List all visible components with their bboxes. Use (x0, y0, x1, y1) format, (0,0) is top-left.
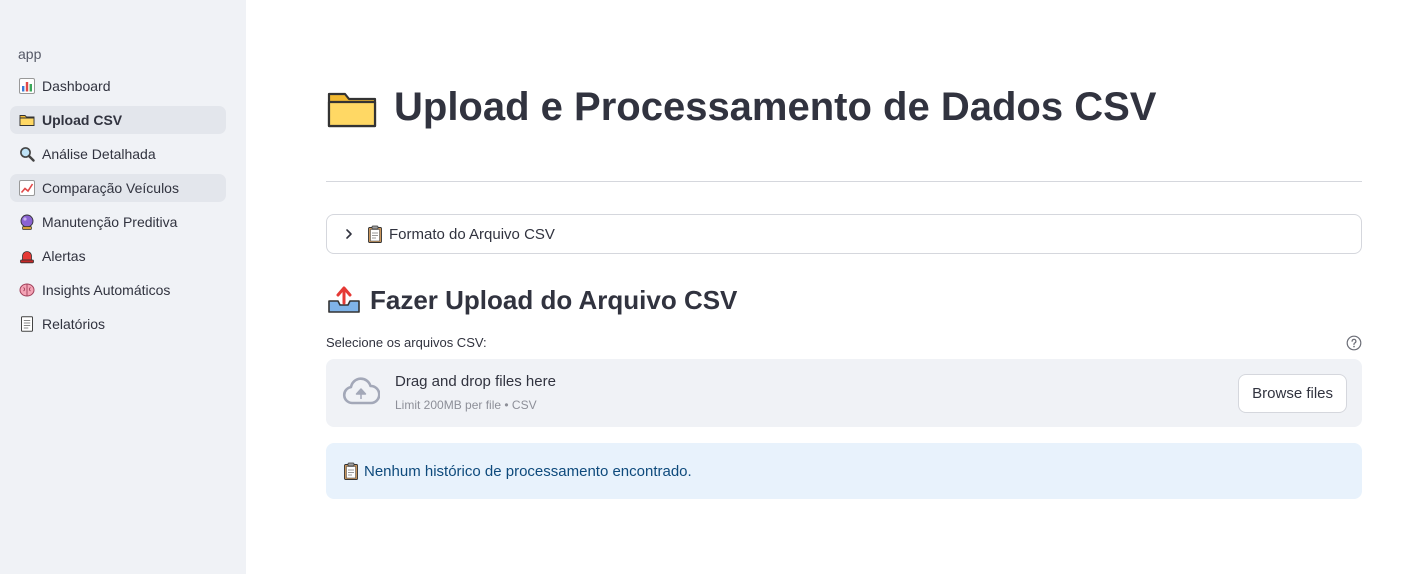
help-icon[interactable] (1346, 335, 1362, 351)
folder-icon (327, 92, 377, 128)
sidebar-item-relatorios[interactable]: Relatórios (10, 310, 226, 338)
page-title-text: Upload e Processamento de Dados CSV (394, 84, 1157, 129)
sidebar-item-label: Manutenção Preditiva (42, 214, 178, 230)
sidebar-item-label: Alertas (42, 248, 86, 264)
csv-format-expander[interactable]: Formato do Arquivo CSV (326, 214, 1362, 254)
upload-heading-text: Fazer Upload do Arquivo CSV (370, 284, 738, 315)
cloud-upload-icon (342, 377, 380, 405)
sidebar-item-label: Comparação Veículos (42, 180, 179, 196)
dropzone-title: Drag and drop files here (395, 373, 556, 390)
sidebar-item-label: Análise Detalhada (42, 146, 156, 162)
sidebar-item-insights-automaticos[interactable]: Insights Automáticos (10, 276, 226, 304)
divider (326, 181, 1362, 182)
sidebar-item-label: Insights Automáticos (42, 282, 171, 298)
clipboard-icon (344, 462, 358, 480)
sidebar-item-label: Upload CSV (42, 112, 123, 128)
sidebar: app Dashboard Upload CSV Análise Detalha… (0, 0, 246, 574)
sidebar-item-dashboard[interactable]: Dashboard (10, 72, 226, 100)
info-alert: Nenhum histórico de processamento encont… (326, 443, 1362, 499)
expander-label: Formato do Arquivo CSV (389, 225, 555, 243)
clipboard-icon (368, 225, 382, 243)
browse-files-button[interactable]: Browse files (1238, 374, 1347, 413)
sidebar-item-analise-detalhada[interactable]: Análise Detalhada (10, 140, 226, 168)
upload-heading: Fazer Upload do Arquivo CSV (326, 282, 737, 318)
sidebar-item-alertas[interactable]: Alertas (10, 242, 226, 270)
outbox-tray-icon (328, 286, 360, 313)
sidebar-item-label: Relatórios (42, 316, 106, 332)
sidebar-item-comparacao-veiculos[interactable]: Comparação Veículos (10, 174, 226, 202)
brain-icon (19, 282, 35, 298)
siren-icon (19, 248, 35, 264)
sidebar-item-upload-csv[interactable]: Upload CSV (10, 106, 226, 134)
sidebar-item-label: Dashboard (42, 78, 111, 94)
info-alert-text: Nenhum histórico de processamento encont… (364, 462, 692, 480)
line-chart-icon (19, 180, 35, 196)
file-dropzone[interactable]: Drag and drop files here Limit 200MB per… (326, 359, 1362, 427)
page-title: Upload e Processamento de Dados CSV (326, 82, 1156, 132)
page-icon (19, 316, 35, 332)
sidebar-nav: Dashboard Upload CSV Análise Detalhada C… (10, 72, 226, 344)
file-uploader-label: Selecione os arquivos CSV: (326, 335, 487, 350)
folder-icon (19, 112, 35, 128)
sidebar-app-label: app (18, 46, 42, 62)
magnifier-icon (19, 146, 35, 162)
dropzone-subtitle: Limit 200MB per file • CSV (395, 398, 537, 412)
chevron-right-icon (346, 229, 352, 239)
crystal-ball-icon (19, 214, 35, 230)
sidebar-item-manutencao-preditiva[interactable]: Manutenção Preditiva (10, 208, 226, 236)
bar-chart-icon (19, 78, 35, 94)
